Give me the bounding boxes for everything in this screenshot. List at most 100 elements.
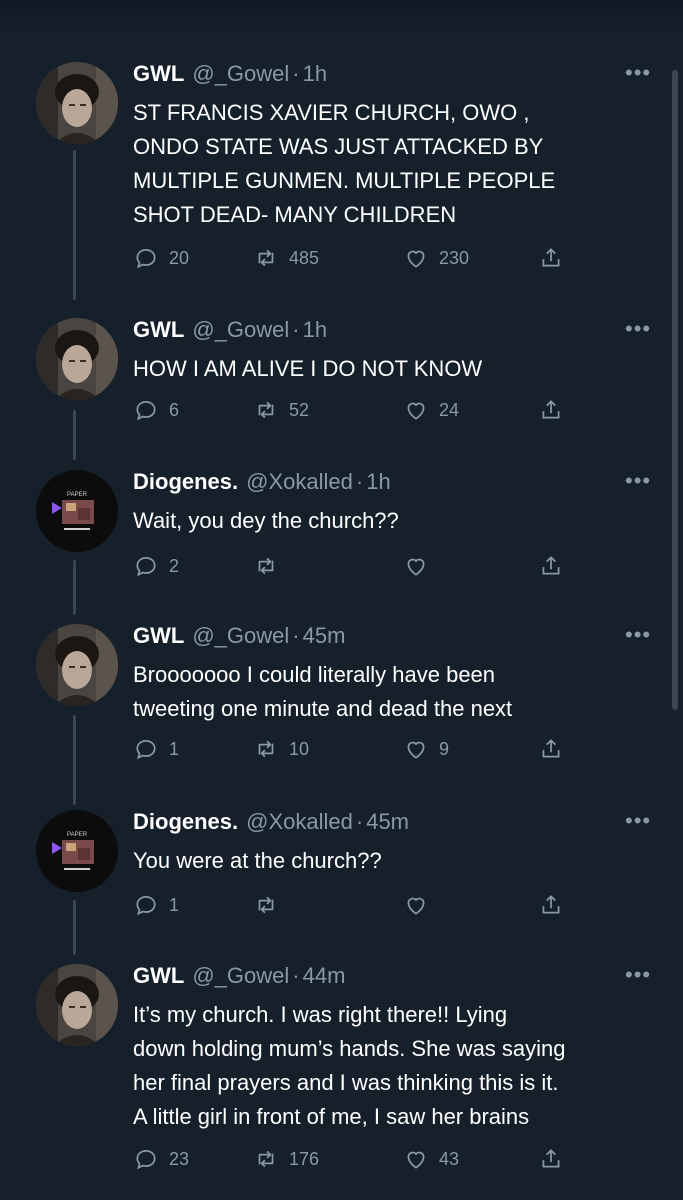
display-name[interactable]: GWL xyxy=(133,317,184,342)
tweet-line: her final prayers and I was thinking thi… xyxy=(133,1070,559,1095)
tweet-text: Brooooooo I could literally have been tw… xyxy=(133,658,663,726)
retweet-button[interactable] xyxy=(253,551,289,581)
share-icon xyxy=(542,895,560,914)
reply-icon xyxy=(136,1150,156,1170)
share-button[interactable] xyxy=(538,1144,574,1174)
separator-dot: · xyxy=(355,469,364,494)
display-name[interactable]: Diogenes. xyxy=(133,469,238,494)
username[interactable]: @_Gowel xyxy=(192,61,289,86)
like-button[interactable]: 9 xyxy=(403,734,449,764)
username[interactable]: @_Gowel xyxy=(192,623,289,648)
scrollbar[interactable] xyxy=(672,70,678,710)
reply-icon xyxy=(136,401,156,421)
like-button[interactable]: 24 xyxy=(403,395,459,425)
share-button[interactable] xyxy=(538,243,574,273)
more-icon[interactable]: ••• xyxy=(625,470,651,492)
thread-line xyxy=(73,410,76,460)
reply-icon xyxy=(136,249,156,269)
tweet-actions: 1 xyxy=(133,890,573,920)
share-button[interactable] xyxy=(538,890,574,920)
tweet-line: A little girl in front of me, I saw her … xyxy=(133,1104,530,1129)
reply-count: 23 xyxy=(169,1148,190,1169)
avatar[interactable]: PAPER xyxy=(36,470,118,552)
timestamp[interactable]: 1h xyxy=(303,317,327,342)
separator-dot: · xyxy=(292,317,300,342)
timestamp[interactable]: 45m xyxy=(303,623,346,648)
reply-button[interactable]: 1 xyxy=(133,734,179,764)
tweet-actions: 23 176 43 xyxy=(133,1144,573,1174)
more-icon[interactable]: ••• xyxy=(625,62,651,84)
tweet-text: Wait, you dey the church?? xyxy=(133,504,663,538)
retweet-icon xyxy=(258,249,274,267)
display-name[interactable]: Diogenes. xyxy=(133,809,238,834)
retweet-button[interactable]: 485 xyxy=(253,243,319,273)
retweet-button[interactable]: 52 xyxy=(253,395,309,425)
like-icon xyxy=(407,250,425,268)
avatar[interactable] xyxy=(36,318,118,400)
avatar[interactable] xyxy=(36,624,118,706)
thread-line xyxy=(73,150,76,300)
retweet-button[interactable]: 10 xyxy=(253,734,309,764)
timestamp[interactable]: 44m xyxy=(303,963,346,988)
like-icon xyxy=(407,558,425,576)
thread-line xyxy=(73,560,76,615)
tweet-text: It’s my church. I was right there!! Lyin… xyxy=(133,998,663,1134)
like-button[interactable]: 230 xyxy=(403,243,469,273)
like-button[interactable]: 43 xyxy=(403,1144,459,1174)
timestamp[interactable]: 1h xyxy=(366,469,390,494)
separator-dot: · xyxy=(292,963,300,988)
retweet-button[interactable]: 176 xyxy=(253,1144,319,1174)
reply-button[interactable]: 20 xyxy=(133,243,189,273)
more-icon[interactable]: ••• xyxy=(625,624,651,646)
like-count: 9 xyxy=(439,738,450,759)
share-button[interactable] xyxy=(538,395,574,425)
retweet-button[interactable] xyxy=(253,890,289,920)
like-icon xyxy=(407,402,425,420)
tweet-line: MULTIPLE GUNMEN. MULTIPLE PEOPLE xyxy=(133,168,556,193)
reply-button[interactable]: 23 xyxy=(133,1144,189,1174)
more-icon[interactable]: ••• xyxy=(625,810,651,832)
username[interactable]: @Xokalled xyxy=(246,469,353,494)
avatar[interactable] xyxy=(36,62,118,144)
tweet-line: Wait, you dey the church?? xyxy=(133,508,399,533)
username[interactable]: @Xokalled xyxy=(246,809,353,834)
tweet-header: GWL @_Gowel · 44m xyxy=(133,962,345,990)
reply-icon xyxy=(136,557,156,577)
tweet-text: ST FRANCIS XAVIER CHURCH, OWO , ONDO STA… xyxy=(133,96,663,232)
retweet-icon xyxy=(258,1150,274,1168)
reply-count: 1 xyxy=(169,894,180,915)
retweet-icon xyxy=(258,740,274,758)
more-icon[interactable]: ••• xyxy=(625,964,651,986)
retweet-icon xyxy=(258,896,274,914)
avatar[interactable] xyxy=(36,964,118,1046)
tweet-actions: 1 10 9 xyxy=(133,734,573,764)
timestamp[interactable]: 45m xyxy=(366,809,409,834)
display-name[interactable]: GWL xyxy=(133,963,184,988)
reply-button[interactable]: 6 xyxy=(133,395,179,425)
display-name[interactable]: GWL xyxy=(133,61,184,86)
like-button[interactable] xyxy=(403,890,439,920)
share-button[interactable] xyxy=(538,734,574,764)
timestamp[interactable]: 1h xyxy=(303,61,327,86)
display-name[interactable]: GWL xyxy=(133,623,184,648)
share-button[interactable] xyxy=(538,551,574,581)
reply-count: 2 xyxy=(169,555,180,576)
reply-button[interactable]: 1 xyxy=(133,890,179,920)
more-icon[interactable]: ••• xyxy=(625,318,651,340)
share-icon xyxy=(542,1149,560,1168)
avatar[interactable]: PAPER xyxy=(36,810,118,892)
reply-icon xyxy=(136,896,156,916)
like-button[interactable] xyxy=(403,551,439,581)
like-icon xyxy=(407,741,425,759)
like-icon xyxy=(407,897,425,915)
tweet-actions: 6 52 24 xyxy=(133,395,573,425)
username[interactable]: @_Gowel xyxy=(192,963,289,988)
tweet-line: Brooooooo I could literally have been xyxy=(133,662,496,687)
username[interactable]: @_Gowel xyxy=(192,317,289,342)
tweet-text: You were at the church?? xyxy=(133,844,663,878)
tweet-header: Diogenes. @Xokalled · 45m xyxy=(133,808,409,836)
reply-button[interactable]: 2 xyxy=(133,551,179,581)
tweet-text: HOW I AM ALIVE I DO NOT KNOW xyxy=(133,352,663,386)
share-icon xyxy=(542,400,560,419)
share-icon xyxy=(542,739,560,758)
